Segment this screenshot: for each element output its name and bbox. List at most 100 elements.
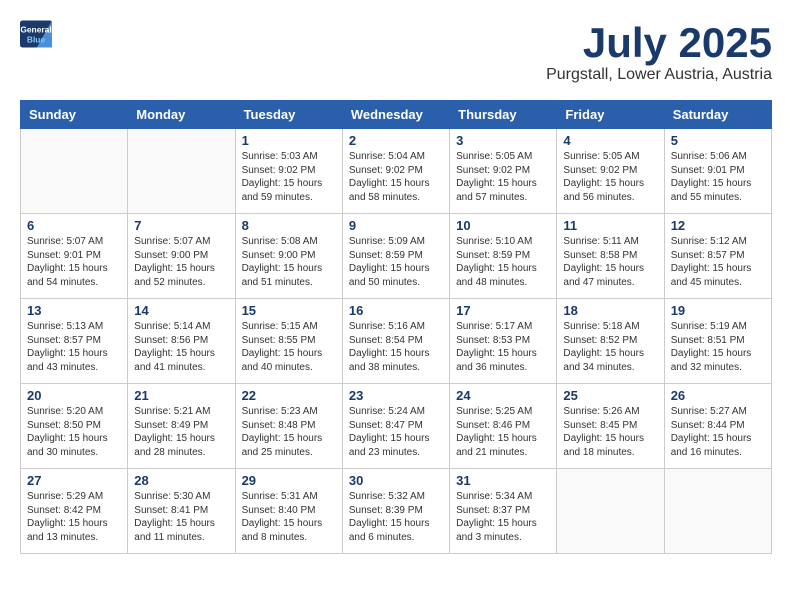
cell-info: Sunrise: 5:18 AM Sunset: 8:52 PM Dayligh… bbox=[563, 320, 657, 374]
weekday-header-tuesday: Tuesday bbox=[235, 101, 342, 129]
cell-info: Sunrise: 5:11 AM Sunset: 8:58 PM Dayligh… bbox=[563, 235, 657, 289]
cell-info: Sunrise: 5:20 AM Sunset: 8:50 PM Dayligh… bbox=[27, 405, 121, 459]
calendar-cell: 20 Sunrise: 5:20 AM Sunset: 8:50 PM Dayli… bbox=[21, 384, 128, 469]
calendar-cell: 17 Sunrise: 5:17 AM Sunset: 8:53 PM Dayli… bbox=[450, 299, 557, 384]
day-number: 4 bbox=[563, 133, 657, 148]
cell-info: Sunrise: 5:21 AM Sunset: 8:49 PM Dayligh… bbox=[134, 405, 228, 459]
calendar-week-row: 13Sunrise: 5:13 AM Sunset: 8:57 PM Dayli… bbox=[21, 299, 772, 384]
day-number: 23 bbox=[349, 388, 443, 403]
day-number: 1 bbox=[242, 133, 336, 148]
day-number: 30 bbox=[349, 473, 443, 488]
calendar-cell: 25 Sunrise: 5:26 AM Sunset: 8:45 PM Dayli… bbox=[557, 384, 664, 469]
calendar-cell bbox=[21, 129, 128, 214]
calendar-cell: 28 Sunrise: 5:30 AM Sunset: 8:41 PM Dayli… bbox=[128, 469, 235, 554]
cell-info: Sunrise: 5:05 AM Sunset: 9:02 PM Dayligh… bbox=[563, 150, 657, 204]
calendar-week-row: 6Sunrise: 5:07 AM Sunset: 9:01 PM Daylig… bbox=[21, 214, 772, 299]
day-number: 29 bbox=[242, 473, 336, 488]
day-number: 18 bbox=[563, 303, 657, 318]
svg-text:General: General bbox=[20, 24, 51, 34]
calendar-week-row: 1 Sunrise: 5:03 AM Sunset: 9:02 PM Daylig… bbox=[21, 129, 772, 214]
day-number: 21 bbox=[134, 388, 228, 403]
cell-info: Sunrise: 5:19 AM Sunset: 8:51 PM Dayligh… bbox=[671, 320, 765, 374]
calendar-cell: 16 Sunrise: 5:16 AM Sunset: 8:54 PM Dayli… bbox=[342, 299, 449, 384]
calendar-cell bbox=[128, 129, 235, 214]
day-number: 17 bbox=[456, 303, 550, 318]
cell-info: Sunrise: 5:17 AM Sunset: 8:53 PM Dayligh… bbox=[456, 320, 550, 374]
cell-info: Sunrise: 5:31 AM Sunset: 8:40 PM Dayligh… bbox=[242, 490, 336, 544]
day-number: 24 bbox=[456, 388, 550, 403]
cell-info: Sunrise: 5:14 AM Sunset: 8:56 PM Dayligh… bbox=[134, 320, 228, 374]
day-number: 27 bbox=[27, 473, 121, 488]
cell-info: Sunrise: 5:34 AM Sunset: 8:37 PM Dayligh… bbox=[456, 490, 550, 544]
calendar-cell: 29 Sunrise: 5:31 AM Sunset: 8:40 PM Dayli… bbox=[235, 469, 342, 554]
weekday-header-thursday: Thursday bbox=[450, 101, 557, 129]
day-number: 28 bbox=[134, 473, 228, 488]
calendar-cell: 19 Sunrise: 5:19 AM Sunset: 8:51 PM Dayli… bbox=[664, 299, 771, 384]
calendar-cell: 22 Sunrise: 5:23 AM Sunset: 8:48 PM Dayli… bbox=[235, 384, 342, 469]
logo-icon: General Blue bbox=[20, 20, 52, 48]
calendar-cell: 26 Sunrise: 5:27 AM Sunset: 8:44 PM Dayli… bbox=[664, 384, 771, 469]
day-number: 20 bbox=[27, 388, 121, 403]
calendar-table: SundayMondayTuesdayWednesdayThursdayFrid… bbox=[20, 100, 772, 554]
day-number: 25 bbox=[563, 388, 657, 403]
calendar-cell: 5Sunrise: 5:06 AM Sunset: 9:01 PM Daylig… bbox=[664, 129, 771, 214]
cell-info: Sunrise: 5:30 AM Sunset: 8:41 PM Dayligh… bbox=[134, 490, 228, 544]
cell-info: Sunrise: 5:29 AM Sunset: 8:42 PM Dayligh… bbox=[27, 490, 121, 544]
day-number: 16 bbox=[349, 303, 443, 318]
day-number: 11 bbox=[563, 218, 657, 233]
day-number: 31 bbox=[456, 473, 550, 488]
cell-info: Sunrise: 5:26 AM Sunset: 8:45 PM Dayligh… bbox=[563, 405, 657, 459]
calendar-cell: 6Sunrise: 5:07 AM Sunset: 9:01 PM Daylig… bbox=[21, 214, 128, 299]
cell-info: Sunrise: 5:24 AM Sunset: 8:47 PM Dayligh… bbox=[349, 405, 443, 459]
day-number: 9 bbox=[349, 218, 443, 233]
weekday-header-monday: Monday bbox=[128, 101, 235, 129]
calendar-cell: 3Sunrise: 5:05 AM Sunset: 9:02 PM Daylig… bbox=[450, 129, 557, 214]
day-number: 8 bbox=[242, 218, 336, 233]
weekday-header-wednesday: Wednesday bbox=[342, 101, 449, 129]
calendar-week-row: 20 Sunrise: 5:20 AM Sunset: 8:50 PM Dayli… bbox=[21, 384, 772, 469]
title-block: July 2025 Purgstall, Lower Austria, Aust… bbox=[546, 20, 772, 84]
calendar-cell: 1 Sunrise: 5:03 AM Sunset: 9:02 PM Daylig… bbox=[235, 129, 342, 214]
day-number: 26 bbox=[671, 388, 765, 403]
day-number: 19 bbox=[671, 303, 765, 318]
calendar-cell: 12Sunrise: 5:12 AM Sunset: 8:57 PM Dayli… bbox=[664, 214, 771, 299]
cell-info: Sunrise: 5:10 AM Sunset: 8:59 PM Dayligh… bbox=[456, 235, 550, 289]
cell-info: Sunrise: 5:08 AM Sunset: 9:00 PM Dayligh… bbox=[242, 235, 336, 289]
day-number: 22 bbox=[242, 388, 336, 403]
svg-text:Blue: Blue bbox=[27, 34, 46, 44]
weekday-header-row: SundayMondayTuesdayWednesdayThursdayFrid… bbox=[21, 101, 772, 129]
day-number: 2 bbox=[349, 133, 443, 148]
cell-info: Sunrise: 5:16 AM Sunset: 8:54 PM Dayligh… bbox=[349, 320, 443, 374]
cell-info: Sunrise: 5:07 AM Sunset: 9:01 PM Dayligh… bbox=[27, 235, 121, 289]
calendar-cell: 14 Sunrise: 5:14 AM Sunset: 8:56 PM Dayli… bbox=[128, 299, 235, 384]
day-number: 7 bbox=[134, 218, 228, 233]
calendar-cell: 2 Sunrise: 5:04 AM Sunset: 9:02 PM Daylig… bbox=[342, 129, 449, 214]
calendar-cell: 4 Sunrise: 5:05 AM Sunset: 9:02 PM Daylig… bbox=[557, 129, 664, 214]
cell-info: Sunrise: 5:09 AM Sunset: 8:59 PM Dayligh… bbox=[349, 235, 443, 289]
calendar-cell: 24 Sunrise: 5:25 AM Sunset: 8:46 PM Dayli… bbox=[450, 384, 557, 469]
calendar-cell: 31 Sunrise: 5:34 AM Sunset: 8:37 PM Dayli… bbox=[450, 469, 557, 554]
month-year-title: July 2025 bbox=[546, 20, 772, 66]
day-number: 5 bbox=[671, 133, 765, 148]
day-number: 3 bbox=[456, 133, 550, 148]
calendar-cell: 10Sunrise: 5:10 AM Sunset: 8:59 PM Dayli… bbox=[450, 214, 557, 299]
calendar-cell: 21 Sunrise: 5:21 AM Sunset: 8:49 PM Dayli… bbox=[128, 384, 235, 469]
cell-info: Sunrise: 5:23 AM Sunset: 8:48 PM Dayligh… bbox=[242, 405, 336, 459]
calendar-cell: 8 Sunrise: 5:08 AM Sunset: 9:00 PM Daylig… bbox=[235, 214, 342, 299]
cell-info: Sunrise: 5:12 AM Sunset: 8:57 PM Dayligh… bbox=[671, 235, 765, 289]
calendar-cell: 9 Sunrise: 5:09 AM Sunset: 8:59 PM Daylig… bbox=[342, 214, 449, 299]
cell-info: Sunrise: 5:03 AM Sunset: 9:02 PM Dayligh… bbox=[242, 150, 336, 204]
calendar-cell: 13Sunrise: 5:13 AM Sunset: 8:57 PM Dayli… bbox=[21, 299, 128, 384]
location-subtitle: Purgstall, Lower Austria, Austria bbox=[546, 66, 772, 84]
day-number: 14 bbox=[134, 303, 228, 318]
weekday-header-sunday: Sunday bbox=[21, 101, 128, 129]
cell-info: Sunrise: 5:04 AM Sunset: 9:02 PM Dayligh… bbox=[349, 150, 443, 204]
calendar-cell: 11 Sunrise: 5:11 AM Sunset: 8:58 PM Dayli… bbox=[557, 214, 664, 299]
calendar-cell: 30Sunrise: 5:32 AM Sunset: 8:39 PM Dayli… bbox=[342, 469, 449, 554]
cell-info: Sunrise: 5:25 AM Sunset: 8:46 PM Dayligh… bbox=[456, 405, 550, 459]
calendar-cell: 27 Sunrise: 5:29 AM Sunset: 8:42 PM Dayli… bbox=[21, 469, 128, 554]
cell-info: Sunrise: 5:27 AM Sunset: 8:44 PM Dayligh… bbox=[671, 405, 765, 459]
calendar-week-row: 27 Sunrise: 5:29 AM Sunset: 8:42 PM Dayli… bbox=[21, 469, 772, 554]
page-header: General Blue July 2025 Purgstall, Lower … bbox=[20, 20, 772, 84]
cell-info: Sunrise: 5:13 AM Sunset: 8:57 PM Dayligh… bbox=[27, 320, 121, 374]
